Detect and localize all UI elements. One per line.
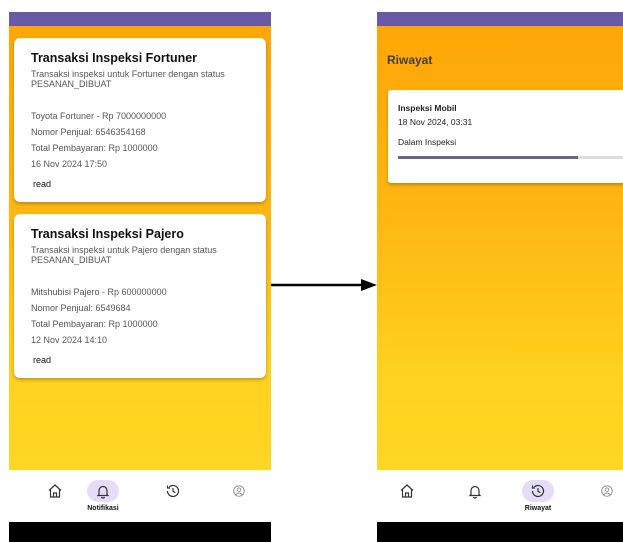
history-item-datetime: 18 Nov 2024, 03:31 [398, 117, 473, 127]
nav-home[interactable] [39, 470, 71, 522]
nav-home[interactable] [391, 470, 423, 522]
notification-title: Transaksi Inspeksi Fortuner [31, 51, 198, 65]
nav-profile[interactable] [591, 470, 623, 522]
seller-number: Nomor Penjual: 6549684 [31, 303, 131, 313]
home-icon [391, 480, 423, 502]
notification-description: Transaksi inspeksi untuk Pajero dengan s… [31, 245, 217, 265]
nav-label-riwayat: Riwayat [524, 505, 552, 512]
riwayat-screen: Riwayat Inspeksi Mobil 18 Nov 2024, 03:3… [377, 12, 623, 542]
read-status: read [33, 179, 52, 189]
notification-title: Transaksi Inspeksi Pajero [31, 227, 184, 241]
system-navigation-bar [377, 522, 623, 542]
status-bar [9, 12, 271, 26]
nav-notifikasi[interactable] [459, 470, 491, 522]
progress-fill [398, 156, 578, 159]
page-title: Riwayat [387, 53, 433, 67]
nav-notifikasi[interactable]: Notifikasi [87, 470, 119, 522]
bottom-navigation: Riwayat [377, 470, 623, 522]
bell-icon [87, 480, 119, 502]
seller-number: Nomor Penjual: 6546354168 [31, 127, 146, 137]
total-payment: Total Pembayaran: Rp 1000000 [31, 143, 158, 153]
notification-datetime: 16 Nov 2024 17:50 [31, 159, 108, 169]
bell-icon [459, 480, 491, 502]
nav-riwayat[interactable] [157, 470, 189, 522]
bottom-navigation: Notifikasi [9, 470, 271, 522]
history-item-status: Dalam Inspeksi [398, 137, 457, 147]
nav-riwayat[interactable]: Riwayat [522, 470, 554, 522]
notification-description: Transaksi inspeksi untuk Fortuner dengan… [31, 69, 225, 89]
home-icon [39, 480, 71, 502]
flow-arrow-icon [271, 279, 377, 291]
history-card[interactable]: Inspeksi Mobil 18 Nov 2024, 03:31 Dalam … [388, 90, 623, 183]
status-bar [377, 12, 623, 26]
history-icon [157, 480, 189, 502]
progress-bar [398, 156, 623, 159]
car-price: Toyota Fortuner - Rp 7000000000 [31, 111, 167, 121]
profile-icon [223, 480, 255, 502]
notifikasi-screen: Transaksi Inspeksi Fortuner Transaksi in… [9, 12, 271, 542]
nav-label-notifikasi: Notifikasi [87, 505, 119, 512]
read-status: read [33, 355, 52, 365]
notification-card[interactable]: Transaksi Inspeksi Pajero Transaksi insp… [14, 214, 266, 378]
notification-datetime: 12 Nov 2024 14:10 [31, 335, 108, 345]
history-item-title: Inspeksi Mobil [398, 103, 457, 113]
car-price: Mitshubisi Pajero - Rp 600000000 [31, 287, 167, 297]
profile-icon [591, 480, 623, 502]
notification-card[interactable]: Transaksi Inspeksi Fortuner Transaksi in… [14, 38, 266, 202]
nav-profile[interactable] [223, 470, 255, 522]
total-payment: Total Pembayaran: Rp 1000000 [31, 319, 158, 329]
history-screen-body: Riwayat Inspeksi Mobil 18 Nov 2024, 03:3… [377, 26, 623, 470]
notification-list[interactable]: Transaksi Inspeksi Fortuner Transaksi in… [9, 26, 271, 470]
history-icon [522, 480, 554, 502]
system-navigation-bar [9, 522, 271, 542]
